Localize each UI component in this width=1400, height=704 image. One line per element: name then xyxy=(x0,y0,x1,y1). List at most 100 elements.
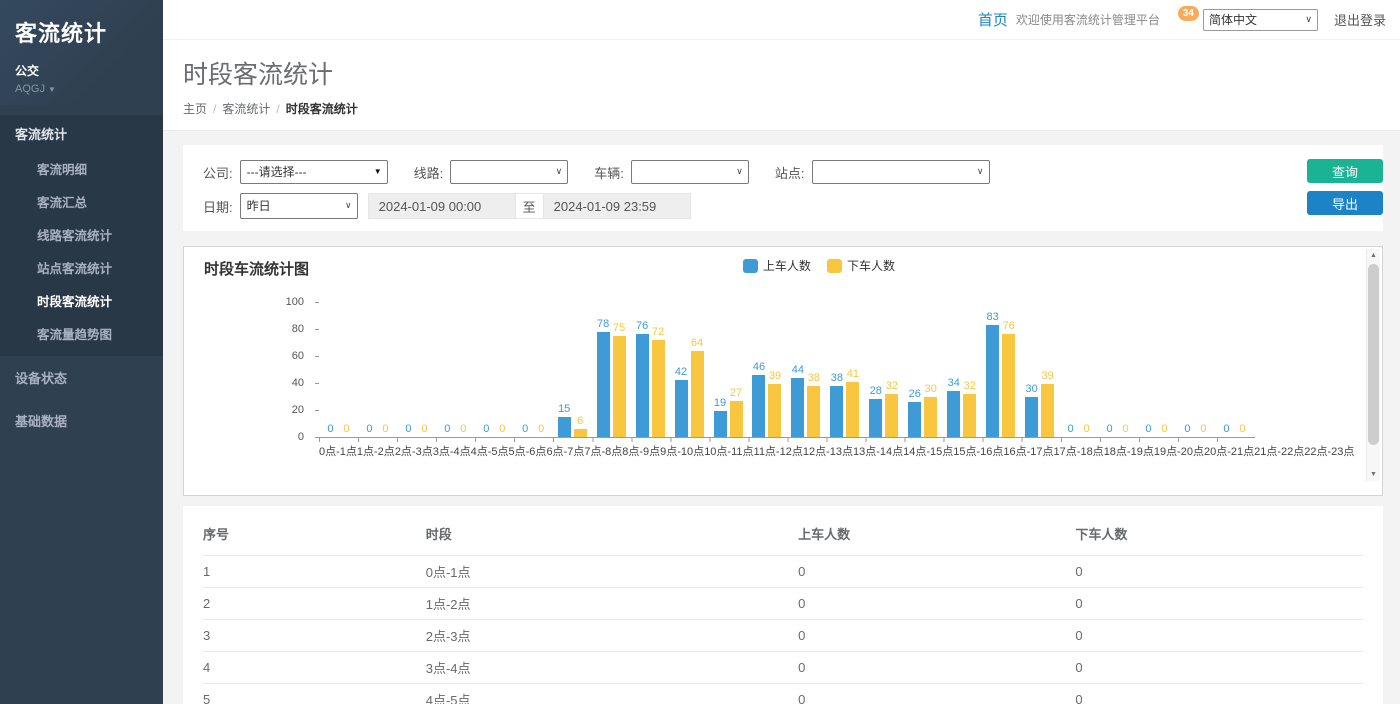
page-title: 时段客流统计 xyxy=(183,55,1380,91)
bar-group: 00 xyxy=(514,302,553,437)
bar-value-label: 0 xyxy=(1184,423,1190,435)
bar[interactable] xyxy=(574,429,587,437)
bar[interactable] xyxy=(807,386,820,437)
bar[interactable] xyxy=(846,382,859,437)
bar[interactable] xyxy=(714,411,727,437)
x-axis-label: 19点-20点 xyxy=(1154,443,1204,459)
bar-wrap: 32 xyxy=(963,302,976,437)
bar-wrap: 78 xyxy=(597,302,610,437)
language-select[interactable]: 简体中文 xyxy=(1203,9,1318,31)
chart-scrollbar[interactable]: ▲ ▼ xyxy=(1366,249,1380,481)
page-heading: 时段客流统计 主页/客流统计/时段客流统计 xyxy=(163,40,1400,131)
bar-value-label: 39 xyxy=(1042,370,1054,382)
bar[interactable] xyxy=(830,386,843,437)
bar[interactable] xyxy=(691,351,704,437)
bar[interactable] xyxy=(558,417,571,437)
bar-value-label: 0 xyxy=(1223,423,1229,435)
station-select[interactable] xyxy=(812,160,990,184)
sidebar-subitem[interactable]: 线路客流统计 xyxy=(0,218,163,251)
y-axis-tick-label: 80 xyxy=(292,323,304,335)
sidebar-item-passenger-stats[interactable]: 客流统计 xyxy=(0,115,163,152)
date-start-input[interactable]: 2024-01-09 00:00 xyxy=(368,193,516,219)
bar-group: 34 32 xyxy=(942,302,981,437)
bar[interactable] xyxy=(613,336,626,437)
org-code-dropdown[interactable]: AQGJ▼ xyxy=(15,83,148,95)
bar[interactable] xyxy=(1002,334,1015,437)
sidebar-subitem[interactable]: 站点客流统计 xyxy=(0,251,163,284)
bar[interactable] xyxy=(652,340,665,437)
scroll-down-icon[interactable]: ▼ xyxy=(1367,468,1380,481)
bar-wrap: 0 xyxy=(457,302,470,437)
scroll-up-icon[interactable]: ▲ xyxy=(1367,249,1380,262)
x-axis-label: 21点-22点 xyxy=(1254,443,1304,459)
x-axis-label: 4点-5点 xyxy=(471,443,509,459)
sidebar-item[interactable]: 基础数据 xyxy=(0,399,163,442)
sidebar-subitem[interactable]: 时段客流统计 xyxy=(0,284,163,317)
sidebar-subitem[interactable]: 客流汇总 xyxy=(0,185,163,218)
company-select[interactable]: ---请选择--- xyxy=(240,160,388,184)
x-axis-label: 20点-21点 xyxy=(1204,443,1254,459)
bar[interactable] xyxy=(986,325,999,437)
y-axis-tick-label: 100 xyxy=(286,296,304,308)
bar-wrap: 34 xyxy=(947,302,960,437)
date-preset-select[interactable]: 昨日 xyxy=(240,193,358,219)
bar-value-label: 0 xyxy=(1145,423,1151,435)
table-cell: 0 xyxy=(1075,556,1363,588)
y-axis-tick-label: 40 xyxy=(292,377,304,389)
bar[interactable] xyxy=(768,384,781,437)
bar[interactable] xyxy=(752,375,765,437)
bar-wrap: 0 xyxy=(1158,302,1171,437)
bar[interactable] xyxy=(947,391,960,437)
stats-table: 序号时段上车人数下车人数 10点-1点0021点-2点0032点-3点0043点… xyxy=(203,514,1363,704)
bar-group: 3039 xyxy=(1020,302,1059,437)
notification-badge: 34 xyxy=(1178,6,1199,21)
vehicle-select[interactable] xyxy=(631,160,749,184)
bar-wrap: 15 xyxy=(558,302,571,437)
bar[interactable] xyxy=(675,380,688,437)
bar-wrap: 0 xyxy=(496,302,509,437)
table-cell: 0 xyxy=(798,684,1075,704)
home-link[interactable]: 首页 xyxy=(978,9,1008,30)
bar[interactable] xyxy=(791,378,804,437)
bar-group: 156 xyxy=(553,302,592,437)
bar[interactable] xyxy=(963,394,976,437)
bar-wrap: 0 xyxy=(519,302,532,437)
bar-value-label: 46 xyxy=(753,361,765,373)
line-select[interactable] xyxy=(450,160,568,184)
bar-value-label: 39 xyxy=(769,370,781,382)
bar-wrap: 30 xyxy=(924,302,937,437)
breadcrumb-parent[interactable]: 客流统计 xyxy=(222,102,270,116)
bar-wrap: 0 xyxy=(441,302,454,437)
sidebar-subitem[interactable]: 客流明细 xyxy=(0,152,163,185)
bar-value-label: 78 xyxy=(597,318,609,330)
legend-item[interactable]: 下车人数 xyxy=(827,257,895,274)
bar[interactable] xyxy=(1041,384,1054,437)
logout-link[interactable]: 退出登录 xyxy=(1334,10,1386,29)
sidebar-subitem[interactable]: 客流量趋势图 xyxy=(0,317,163,350)
legend-item[interactable]: 上车人数 xyxy=(743,257,811,274)
breadcrumb-home[interactable]: 主页 xyxy=(183,102,207,116)
bar-group: 3841 xyxy=(825,302,864,437)
table-row: 10点-1点00 xyxy=(203,556,1363,588)
bar[interactable] xyxy=(885,394,898,437)
export-button[interactable]: 导出 xyxy=(1307,191,1383,215)
bar[interactable] xyxy=(597,332,610,437)
bar-value-label: 27 xyxy=(730,387,742,399)
search-button[interactable]: 查询 xyxy=(1307,159,1383,183)
table-header-cell: 序号 xyxy=(203,514,426,556)
sidebar-item[interactable]: 设备状态 xyxy=(0,356,163,399)
bar-wrap: 38 xyxy=(830,302,843,437)
date-end-input[interactable]: 2024-01-09 23:59 xyxy=(543,193,691,219)
bar[interactable] xyxy=(636,334,649,437)
bar-group: 00 xyxy=(1098,302,1137,437)
bar[interactable] xyxy=(908,402,921,437)
app-logo-title: 客流统计 xyxy=(15,16,148,48)
bar[interactable] xyxy=(869,399,882,437)
bar[interactable] xyxy=(1025,397,1038,438)
scrollbar-thumb[interactable] xyxy=(1368,264,1379,445)
legend-label: 下车人数 xyxy=(847,257,895,274)
topbar: 首页 欢迎使用客流统计管理平台 34 简体中文 ∨ 退出登录 xyxy=(163,0,1400,40)
bar[interactable] xyxy=(924,397,937,438)
bar[interactable] xyxy=(730,401,743,437)
bar-value-label: 32 xyxy=(964,380,976,392)
